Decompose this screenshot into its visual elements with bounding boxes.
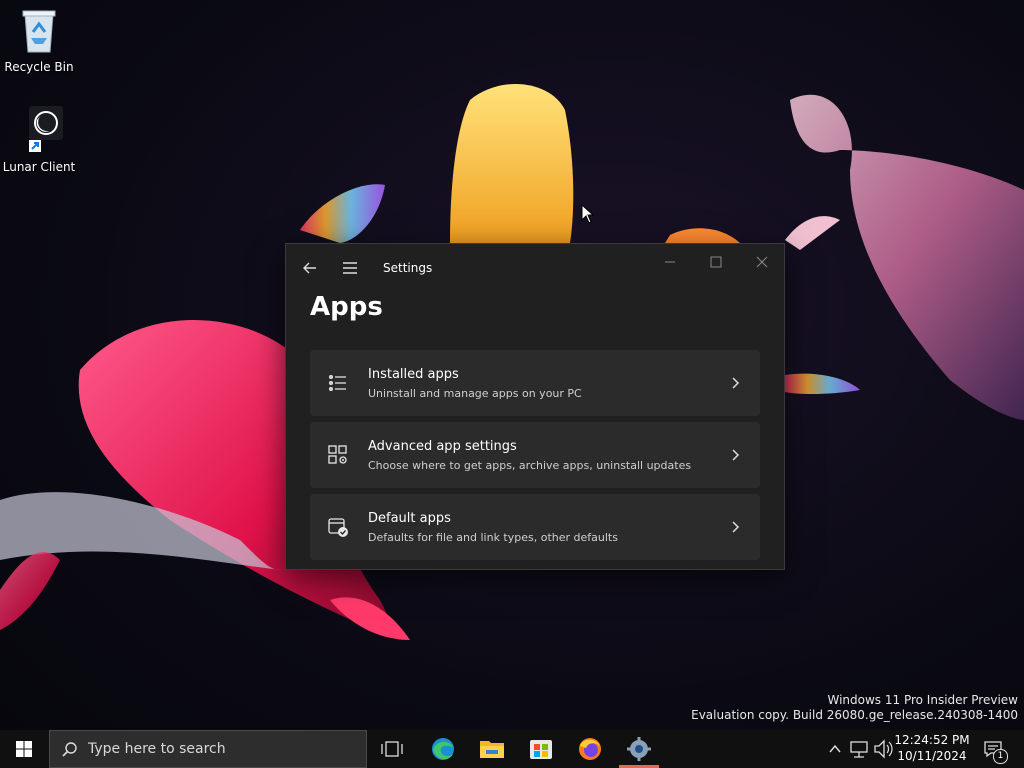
- store-icon[interactable]: [521, 734, 561, 764]
- card-description: Uninstall and manage apps on your PC: [368, 387, 582, 400]
- desktop-icon-lunar-client[interactable]: Lunar Client: [0, 106, 78, 174]
- start-button[interactable]: [0, 730, 48, 768]
- settings-window[interactable]: Settings Apps Installed apps Uninstall a…: [285, 243, 785, 570]
- file-explorer-icon[interactable]: [472, 734, 512, 764]
- chevron-up-icon[interactable]: [826, 730, 844, 768]
- chevron-right-icon: [732, 449, 740, 461]
- notification-center-button[interactable]: 1: [980, 730, 1010, 768]
- back-arrow-icon[interactable]: [300, 258, 320, 278]
- maximize-button[interactable]: [702, 252, 730, 272]
- chevron-right-icon: [732, 377, 740, 389]
- watermark-line-2: Evaluation copy. Build 26080.ge_release.…: [691, 708, 1018, 722]
- recycle-bin-icon: [22, 10, 56, 53]
- app-settings-icon: [328, 445, 347, 464]
- clock-date: 10/11/2024: [897, 749, 967, 763]
- close-button[interactable]: [748, 252, 776, 272]
- card-installed-apps[interactable]: Installed apps Uninstall and manage apps…: [310, 350, 760, 416]
- mouse-cursor-icon: [581, 204, 595, 224]
- search-placeholder: Type here to search: [88, 741, 226, 757]
- lunar-client-icon: [29, 106, 63, 152]
- card-title: Default apps: [368, 511, 451, 526]
- search-input[interactable]: Type here to search: [49, 730, 367, 768]
- settings-icon[interactable]: [619, 734, 659, 764]
- chevron-right-icon: [732, 521, 740, 533]
- card-description: Defaults for file and link types, other …: [368, 531, 618, 544]
- desktop-icon-label: Recycle Bin: [4, 60, 74, 74]
- page-title: Apps: [310, 292, 383, 322]
- desktop-icon-recycle-bin[interactable]: Recycle Bin: [0, 8, 78, 74]
- notification-count-badge: 1: [993, 749, 1008, 764]
- list-icon: [329, 375, 346, 391]
- build-watermark: Windows 11 Pro Insider Preview Evaluatio…: [691, 693, 1018, 723]
- card-default-apps[interactable]: Default apps Defaults for file and link …: [310, 494, 760, 560]
- default-apps-icon: [328, 518, 348, 537]
- network-icon[interactable]: [848, 730, 870, 768]
- taskbar: Type here to search 12:24:52 PM 10/11/20…: [0, 730, 1024, 768]
- card-description: Choose where to get apps, archive apps, …: [368, 459, 692, 472]
- minimize-button[interactable]: [656, 252, 684, 272]
- card-advanced-app-settings[interactable]: Advanced app settings Choose where to ge…: [310, 422, 760, 488]
- edge-icon[interactable]: [423, 734, 463, 764]
- desktop-icon-label: Lunar Client: [2, 160, 76, 174]
- clock-time: 12:24:52 PM: [894, 733, 970, 747]
- watermark-line-1: Windows 11 Pro Insider Preview: [827, 693, 1018, 707]
- clock[interactable]: 12:24:52 PM 10/11/2024: [890, 732, 974, 764]
- firefox-icon[interactable]: [570, 734, 610, 764]
- windows-logo-icon: [16, 741, 32, 757]
- task-view-icon[interactable]: [372, 734, 412, 764]
- window-title: Settings: [383, 261, 433, 275]
- hamburger-menu-icon[interactable]: [340, 258, 360, 278]
- search-icon: [62, 742, 77, 757]
- card-title: Installed apps: [368, 367, 459, 382]
- title-bar[interactable]: Settings: [286, 244, 784, 290]
- card-title: Advanced app settings: [368, 439, 517, 454]
